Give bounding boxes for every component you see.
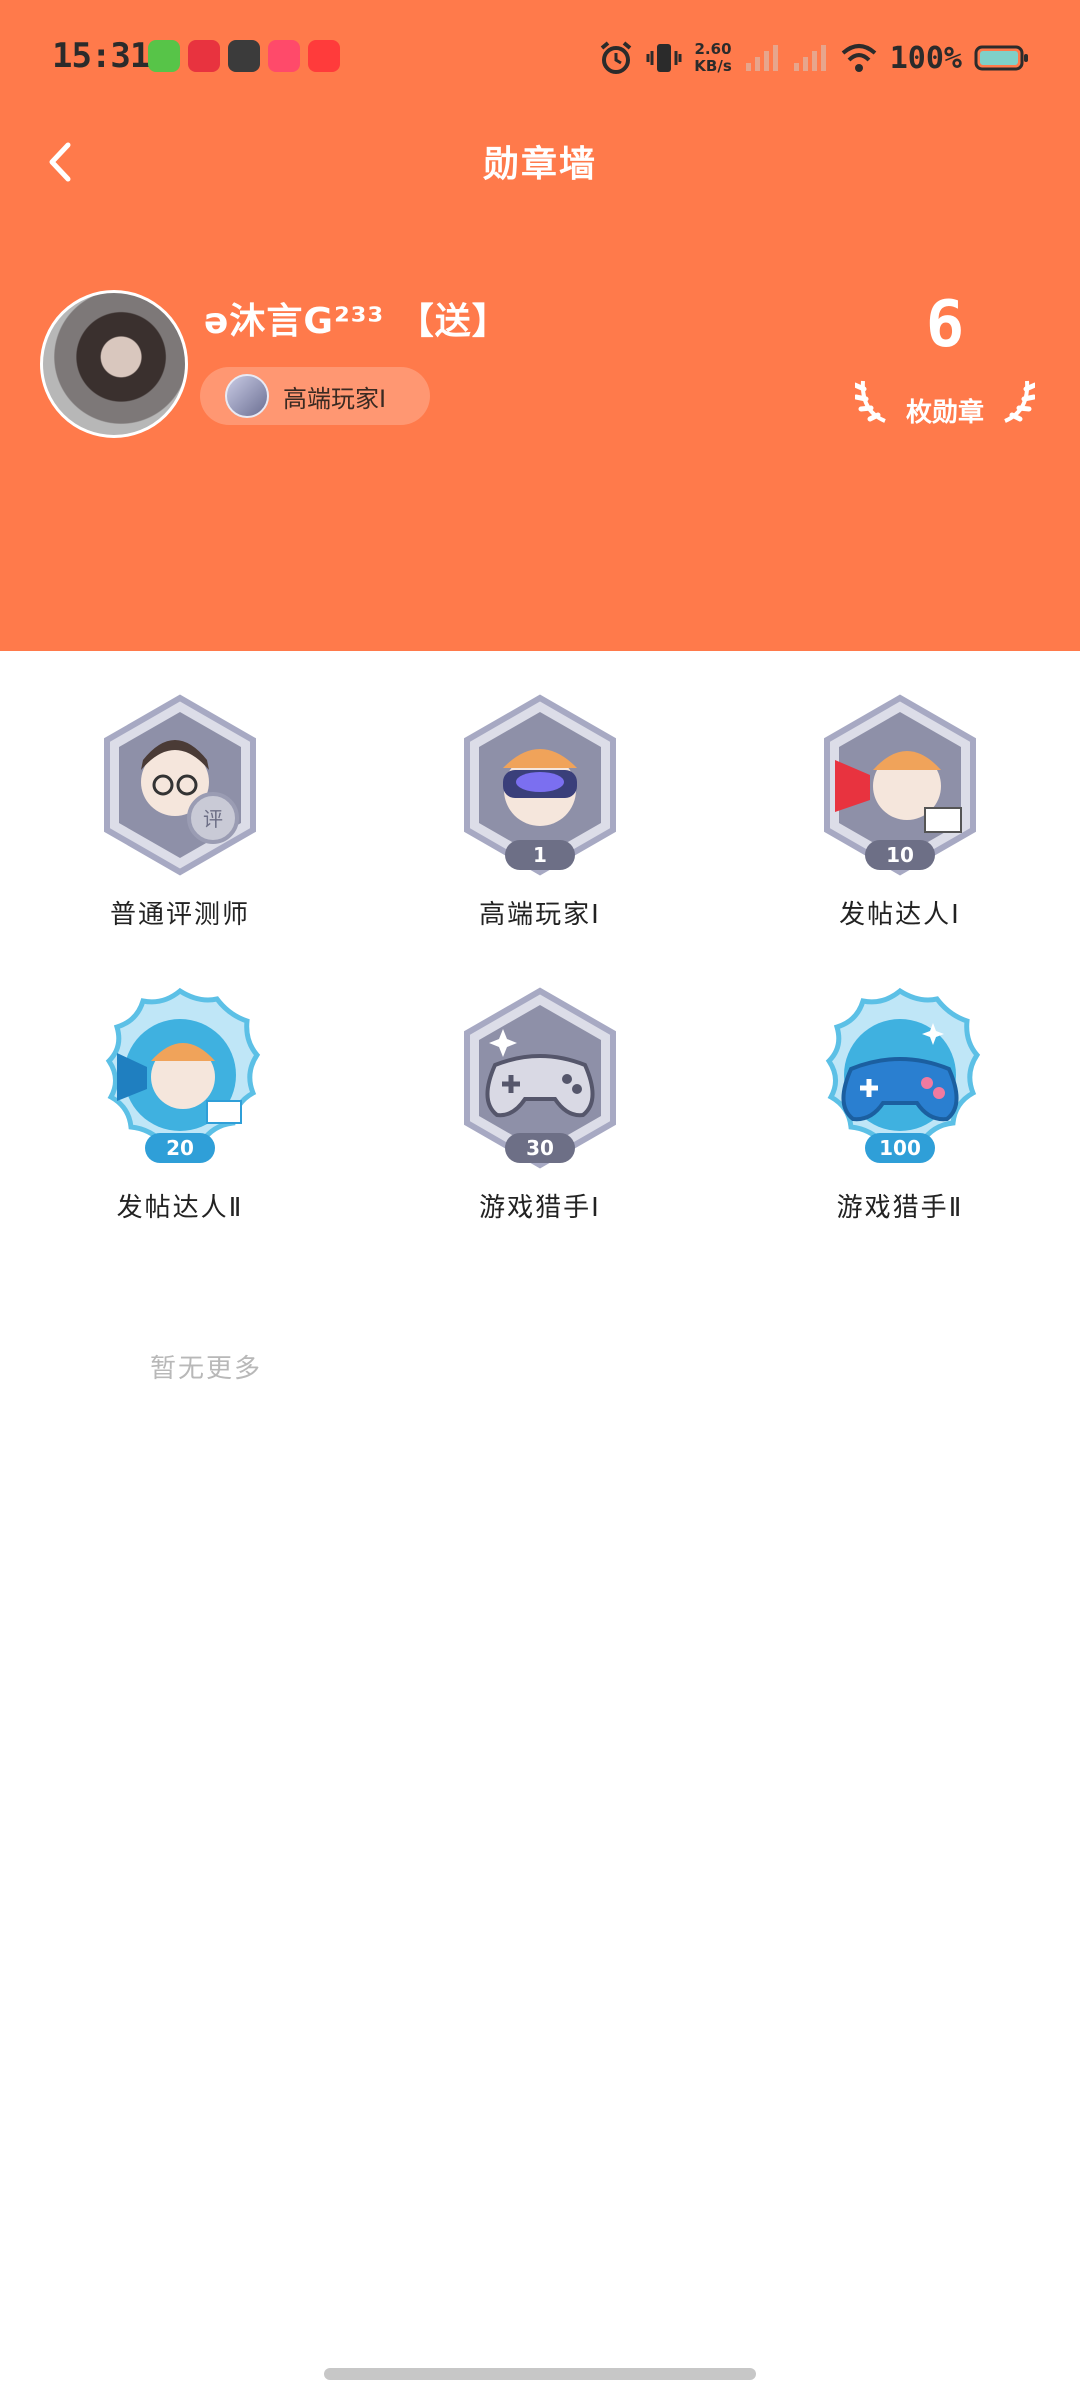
level-tag: 100 (865, 1133, 935, 1163)
wifi-icon (841, 44, 877, 72)
poster-badge-icon: 20 (95, 983, 265, 1173)
reviewer-badge-icon: 评 (95, 690, 265, 880)
status-bar: 15:31 2.60 KB/s 100% (0, 0, 1080, 115)
badge-item[interactable]: 20 发帖达人Ⅱ (0, 983, 360, 1224)
badge-name: 发帖达人Ⅱ (116, 1193, 244, 1223)
signal-icon (793, 45, 826, 71)
badge-mini-icon (225, 374, 269, 418)
gamepad-badge-icon: 100 (815, 983, 985, 1173)
alarm-icon (601, 41, 632, 74)
net-speed-unit: KB/s (694, 57, 732, 75)
medal-count-label: 枚勋章 (905, 398, 984, 428)
svg-text:评: 评 (203, 807, 223, 831)
badge-name: 游戏猎手Ⅰ (479, 1193, 601, 1223)
username: ə沐言G²³³ 【送】 (204, 301, 509, 342)
level-tag: 30 (505, 1133, 575, 1163)
notification-app-icon (228, 40, 260, 72)
battery-icon (974, 45, 1028, 71)
badge-grid: 评 普通评测师 1 高端玩家Ⅰ 10 发帖达人Ⅰ 20 发帖达人Ⅱ 30 游戏猎… (0, 690, 1080, 1224)
no-more-text: 暂无更多 (150, 1354, 263, 1384)
level-tag: 20 (145, 1133, 215, 1163)
home-indicator[interactable] (324, 2368, 756, 2380)
level-tag: 1 (505, 840, 575, 870)
gamepad-badge-icon: 30 (455, 983, 625, 1173)
signal-icon (745, 45, 778, 71)
badge-item[interactable]: 1 高端玩家Ⅰ (360, 690, 720, 931)
notification-app-icon (308, 40, 340, 72)
notification-app-icon (268, 40, 300, 72)
badge-name: 高端玩家Ⅰ (479, 900, 601, 930)
vr-player-badge-icon: 1 (455, 690, 625, 880)
notification-app-icon (148, 40, 180, 72)
badge-item[interactable]: 100 游戏猎手Ⅱ (720, 983, 1080, 1224)
badge-name: 发帖达人Ⅰ (839, 900, 961, 930)
notification-app-icon (188, 40, 220, 72)
level-tag: 10 (865, 840, 935, 870)
current-badge-label: 高端玩家Ⅰ (283, 384, 387, 413)
current-badge-chip[interactable]: 高端玩家Ⅰ (200, 367, 430, 425)
badge-item[interactable]: 评 普通评测师 (0, 690, 360, 931)
vibrate-icon (646, 44, 682, 72)
status-time: 15:31 (52, 36, 150, 76)
battery-percent: 100% (889, 40, 962, 76)
medal-count: 6 (925, 288, 965, 362)
poster-badge-icon: 10 (815, 690, 985, 880)
network-speed: 2.60 KB/s (694, 41, 731, 75)
net-speed-value: 2.60 (694, 40, 732, 58)
badge-name: 普通评测师 (109, 900, 250, 930)
badge-name: 游戏猎手Ⅱ (836, 1193, 964, 1223)
badge-item[interactable]: 10 发帖达人Ⅰ (720, 690, 1080, 931)
status-right: 2.60 KB/s 100% (598, 36, 1030, 80)
laurel-right-icon (1004, 380, 1035, 423)
avatar[interactable] (40, 290, 188, 438)
badge-item[interactable]: 30 游戏猎手Ⅰ (360, 983, 720, 1224)
laurel-left-icon (855, 380, 886, 423)
page-title: 勋章墙 (482, 144, 597, 185)
